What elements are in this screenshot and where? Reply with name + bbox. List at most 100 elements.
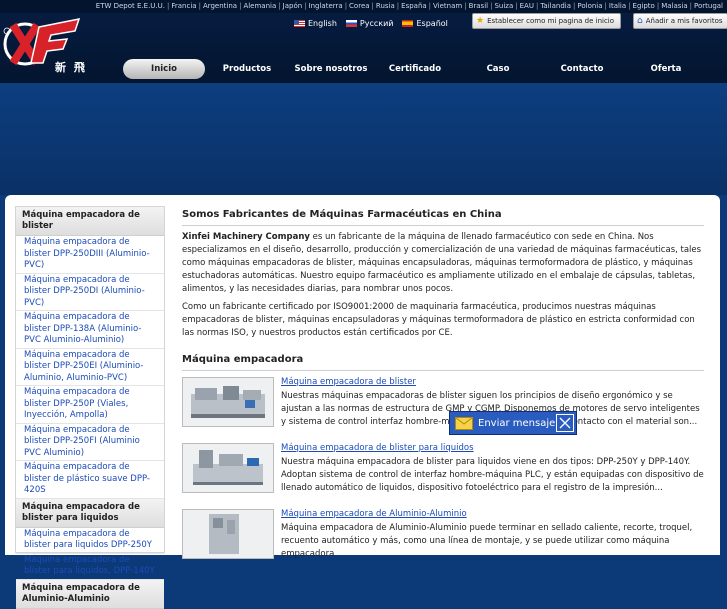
bookmark-icon: ⌂: [637, 16, 643, 26]
sidebar-link[interactable]: Máquina empacadora de blister DPP-250FI …: [16, 424, 164, 461]
liquid-blister-machine-thumbnail[interactable]: [182, 443, 274, 493]
separator: |: [604, 2, 607, 10]
separator: |: [396, 2, 400, 10]
product-title-link[interactable]: Máquina empacadora de blister para liqui…: [281, 443, 474, 454]
product-title-link[interactable]: Máquina empacadora de blister: [281, 377, 416, 388]
separator: |: [239, 2, 242, 10]
separator: |: [464, 2, 467, 10]
country-link[interactable]: Alemania: [243, 2, 276, 10]
main-content: Somos Fabricantes de Máquinas Farmacéuti…: [182, 206, 704, 569]
set-homepage-button[interactable]: ★ Establecer como mi pagina de inicio: [472, 13, 621, 29]
language-russian[interactable]: Русский: [345, 18, 394, 28]
country-link[interactable]: Rusia: [376, 2, 395, 10]
nav-certificado[interactable]: Certificado: [382, 59, 448, 79]
set-homepage-label: Establecer como mi pagina de inicio: [487, 17, 615, 25]
nav-caso[interactable]: Caso: [470, 59, 526, 79]
country-link[interactable]: Argentina: [203, 2, 237, 10]
nav-productos[interactable]: Productos: [214, 59, 280, 79]
separator: |: [628, 2, 631, 10]
country-link[interactable]: EAU: [520, 2, 534, 10]
separator: |: [689, 2, 692, 10]
product-item: Máquina empacadora de Aluminio-Aluminio …: [182, 509, 704, 569]
country-links: ETW Depot E.E.U.U. | Francia | Argentina | Ale…: [0, 0, 727, 13]
nav-sobre-nosotros[interactable]: Sobre nosotros: [290, 59, 372, 79]
country-link[interactable]: Tailandia: [540, 2, 571, 10]
sidebar-link[interactable]: Máquina empacadora de blister para liqui…: [16, 528, 164, 554]
add-favorites-label: Añadir a mis favoritos: [645, 17, 723, 25]
main-nav: Inicio Productos Sobre nosotros Certific…: [110, 59, 727, 79]
add-favorites-button[interactable]: ⌂ Añadir a mis favoritos: [633, 13, 727, 29]
product-item: Máquina empacadora de blister para liqui…: [182, 443, 704, 503]
nav-inicio[interactable]: Inicio: [123, 59, 205, 79]
separator: |: [535, 2, 539, 10]
country-link[interactable]: Japón: [283, 2, 303, 10]
sidebar-link[interactable]: Máquina empacadora de blister DPP-250EI …: [16, 349, 164, 386]
country-link[interactable]: Portugal: [694, 2, 723, 10]
country-link[interactable]: Vietnam: [433, 2, 462, 10]
country-bar: ETW Depot E.E.U.U. | Francia | Argentina | Ale…: [0, 0, 727, 13]
separator: |: [656, 2, 660, 10]
separator: |: [167, 2, 170, 10]
country-link[interactable]: Polonia: [577, 2, 602, 10]
country-link[interactable]: Suiza: [494, 2, 513, 10]
language-english[interactable]: English: [294, 19, 337, 28]
country-link[interactable]: Egipto: [633, 2, 655, 10]
country-link[interactable]: Francia: [171, 2, 196, 10]
country-link[interactable]: Italia: [609, 2, 626, 10]
nav-oferta[interactable]: Oferta: [636, 59, 696, 79]
separator: |: [573, 2, 576, 10]
country-link[interactable]: Brasil: [469, 2, 489, 10]
section-title: Máquina empacadora: [182, 354, 704, 371]
country-link[interactable]: Malasia: [661, 2, 687, 10]
language-switcher: English Русский Español: [294, 16, 448, 30]
separator: |: [428, 2, 432, 10]
language-label: Español: [416, 18, 448, 28]
brand-chinese-name: 新 飛: [55, 61, 87, 74]
close-icon[interactable]: [556, 414, 574, 432]
separator: |: [278, 2, 281, 10]
country-link[interactable]: Corea: [349, 2, 370, 10]
site-header: 新 飛 English Русский Español ★ Establecer…: [0, 13, 727, 83]
separator: |: [344, 2, 348, 10]
intro-paragraph: Xinfei Machinery Company es un fabricant…: [182, 231, 704, 296]
ru-flag-icon: [345, 19, 357, 27]
sidebar-link[interactable]: Máquina empacadora de blister DPP-138A (…: [16, 311, 164, 349]
es-flag-icon: [402, 19, 414, 27]
country-link[interactable]: España: [401, 2, 427, 10]
sidebar-section-title[interactable]: Máquina empacadora de blister para liqui…: [16, 498, 164, 528]
star-icon: ★: [476, 16, 485, 26]
sidebar-link[interactable]: Máquina empacadora de blister DPP-250DII…: [16, 236, 164, 274]
send-message-widget[interactable]: Enviar mensaje: [449, 411, 577, 435]
separator: |: [371, 2, 374, 10]
separator: |: [490, 2, 493, 10]
product-sidebar: Máquina empacadora de blister Máquina em…: [15, 206, 165, 609]
product-item: Máquina empacadora de blister Nuestras m…: [182, 377, 704, 437]
blister-machine-thumbnail[interactable]: [182, 377, 274, 427]
separator: |: [304, 2, 307, 10]
language-label: English: [308, 18, 337, 28]
language-label: Русский: [359, 18, 394, 28]
product-title-link[interactable]: Máquina empacadora de Aluminio-Aluminio: [281, 509, 467, 520]
language-spanish[interactable]: Español: [402, 18, 448, 28]
sidebar-link[interactable]: Máquina empacadora de blister para liqui…: [16, 554, 164, 580]
envelope-icon: [454, 415, 474, 431]
alu-alu-machine-thumbnail[interactable]: [182, 509, 274, 559]
nav-contacto[interactable]: Contacto: [550, 59, 614, 79]
separator: |: [198, 2, 201, 10]
sidebar-section-title[interactable]: Máquina empacadora de Aluminio-Aluminio: [16, 579, 164, 609]
separator: |: [515, 2, 518, 10]
us-flag-icon: [294, 19, 305, 27]
product-description: Máquina empacadora de Aluminio-Aluminio …: [281, 523, 693, 559]
product-description: Nuestra máquina empacadora de blister pa…: [281, 457, 704, 493]
country-link[interactable]: Inglaterra: [309, 2, 343, 10]
sidebar-link[interactable]: Máquina empacadora de blister DPP-250DI …: [16, 274, 164, 311]
company-name: Xinfei Machinery Company: [182, 232, 310, 242]
page-title: Somos Fabricantes de Máquinas Farmacéuti…: [182, 209, 704, 226]
hero-banner: [0, 83, 727, 195]
country-link[interactable]: ETW Depot E.E.U.U.: [96, 2, 165, 10]
send-message-label: Enviar mensaje: [478, 417, 556, 429]
certification-paragraph: Como un fabricante certificado por ISO90…: [182, 302, 695, 338]
sidebar-link[interactable]: Máquina empacadora de blister DPP-250P (…: [16, 386, 164, 424]
sidebar-section-title[interactable]: Máquina empacadora de blister: [16, 207, 164, 236]
sidebar-link[interactable]: Máquina empacadora de blister de plástic…: [16, 461, 164, 499]
